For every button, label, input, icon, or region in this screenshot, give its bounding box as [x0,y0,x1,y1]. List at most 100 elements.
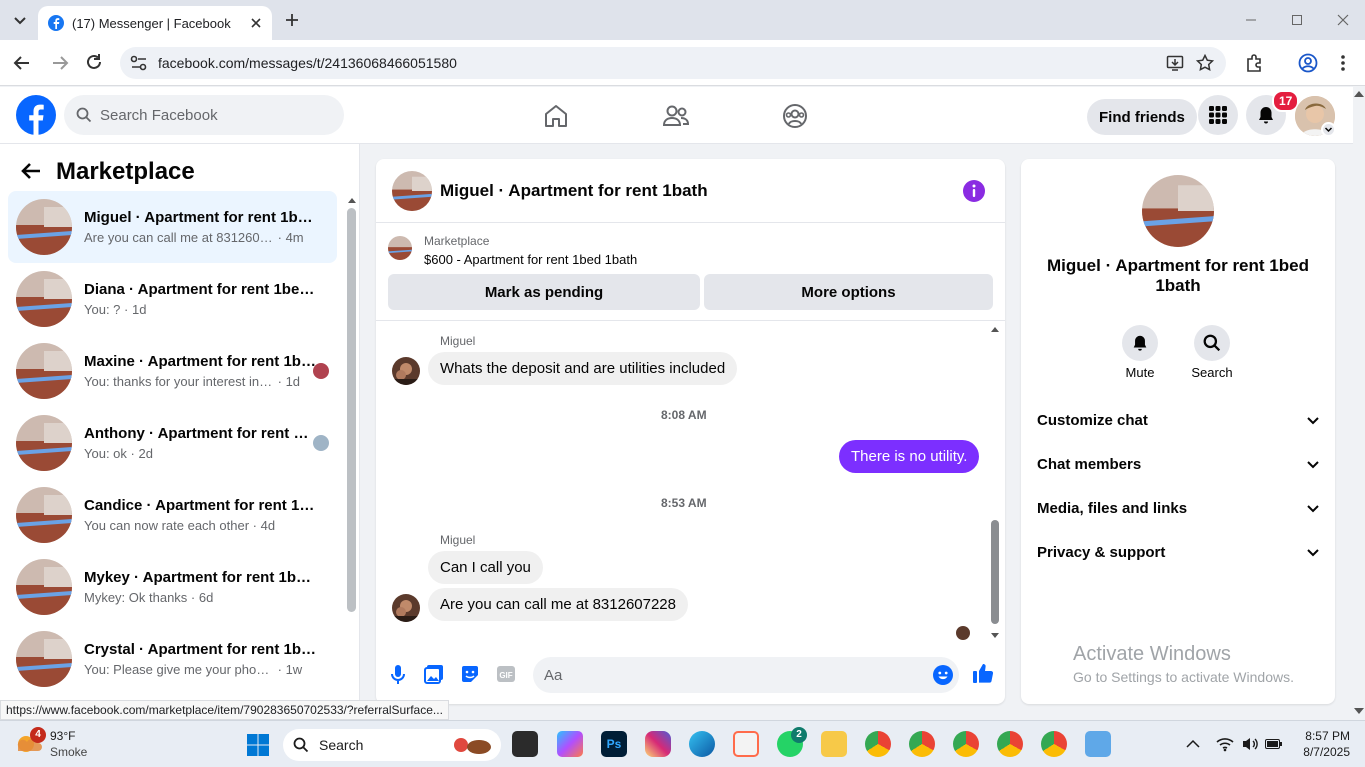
clock-time[interactable]: 8:57 PM [1296,729,1350,743]
info-icon[interactable] [963,180,985,202]
profile-icon[interactable] [1298,53,1318,73]
search-icon [1203,334,1221,352]
taskbar-search[interactable]: Search [283,729,501,761]
more-options-button[interactable]: More options [704,274,993,310]
sender-avatar[interactable] [392,357,420,385]
message-bubble[interactable]: Can I call you [428,551,543,584]
friends-nav-icon[interactable] [662,103,690,129]
tab-close-icon[interactable] [250,17,262,29]
maximize-icon[interactable] [1290,13,1304,27]
photoshop-icon[interactable]: Ps [601,731,627,757]
list-scrollbar[interactable] [347,208,356,612]
chrome-icon[interactable] [1041,731,1067,757]
edge-icon[interactable] [689,731,715,757]
tab-search-icon[interactable] [10,10,30,30]
instagram-icon[interactable] [645,731,671,757]
chrome-icon[interactable] [997,731,1023,757]
message-bubble[interactable]: Are you can call me at 8312607228 [428,588,688,621]
facebook-header: Find friends 17 [0,87,1353,144]
listing-thumbnail [16,199,72,255]
new-tab-icon[interactable] [284,12,300,28]
chrome-icon[interactable] [953,731,979,757]
conversation-item[interactable]: Crystal · Apartment for rent 1bed 1bath … [8,623,337,695]
chrome-icon[interactable] [865,731,891,757]
microphone-icon[interactable] [390,664,406,686]
chat-scrollbar[interactable] [991,520,999,624]
message-composer[interactable]: Aa [533,657,959,693]
mute-button[interactable] [1122,325,1158,361]
sticker-icon[interactable] [460,664,480,684]
install-app-icon[interactable] [1166,54,1184,72]
forward-arrow-icon[interactable] [50,54,70,72]
search-conversation-button[interactable] [1194,325,1230,361]
minimize-icon[interactable] [1244,13,1258,27]
browser-tab[interactable]: (17) Messenger | Facebook [38,6,272,40]
window-close-icon[interactable] [1336,13,1350,27]
conversation-name: Anthony · Apartment for rent 1bed 1bath [84,425,316,442]
facebook-favicon-icon [48,15,64,31]
privacy-support-section[interactable]: Privacy & support [1037,544,1319,561]
snipping-tool-icon[interactable] [733,731,759,757]
listing-title[interactable]: $600 - Apartment for rent 1bed 1bath [424,252,637,267]
find-friends-button[interactable]: Find friends [1087,99,1197,135]
chat-avatar[interactable] [392,170,432,211]
bell-icon [1131,334,1149,352]
file-explorer-icon[interactable] [821,731,847,757]
menu-grid-button[interactable] [1198,95,1238,135]
groups-nav-icon[interactable] [782,103,808,129]
bookmark-star-icon[interactable] [1196,54,1214,72]
conversation-item[interactable]: Diana · Apartment for rent 1bed 1bath Yo… [8,263,337,335]
mark-as-pending-button[interactable]: Mark as pending [388,274,700,310]
site-settings-icon[interactable] [130,55,148,71]
thumbs-up-icon[interactable] [972,662,994,684]
chat-members-section[interactable]: Chat members [1037,456,1319,473]
volume-icon[interactable] [1241,736,1259,752]
activate-windows-title: Activate Windows [1073,643,1231,665]
page-scroll-up-icon[interactable] [1353,89,1365,99]
sender-avatar[interactable] [392,594,420,622]
section-label: Privacy & support [1037,544,1166,561]
list-scroll-up-icon[interactable] [347,196,357,204]
notepad-icon[interactable] [1085,731,1111,757]
show-hidden-icons-chevron-icon[interactable] [1186,739,1200,749]
profile-picture[interactable] [1142,175,1214,247]
chat-scroll-down-icon[interactable] [990,632,1000,640]
customize-chat-section[interactable]: Customize chat [1037,412,1319,429]
wifi-icon[interactable] [1216,736,1234,752]
photo-icon[interactable] [424,664,444,684]
copilot-icon[interactable] [557,731,583,757]
chat-scroll-up-icon[interactable] [990,325,1000,333]
back-arrow-icon[interactable] [20,162,42,180]
conversation-item[interactable]: Miguel · Apartment for rent 1bed 1bath A… [8,191,337,263]
chrome-icon[interactable] [909,731,935,757]
task-view-icon[interactable] [512,731,538,757]
url-bar[interactable]: facebook.com/messages/t/2413606846605158… [120,47,1226,79]
facebook-logo-icon[interactable] [16,95,56,135]
conversation-item[interactable]: Maxine · Apartment for rent 1bed 1bath Y… [8,335,337,407]
message-bubble[interactable]: There is no utility. [839,440,980,473]
page-scroll-down-icon[interactable] [1353,706,1365,716]
reload-icon[interactable] [85,53,103,71]
battery-icon[interactable] [1265,738,1283,750]
windows-start-icon[interactable] [246,733,270,757]
gif-icon[interactable]: GIF [496,665,516,683]
conversation-item[interactable]: Mykey · Apartment for rent 1bed 1bath My… [8,551,337,623]
browser-menu-icon[interactable] [1340,53,1346,73]
listing-source: Marketplace [424,234,490,248]
account-chevron-down-icon[interactable] [1321,122,1336,137]
search-input[interactable] [100,106,320,124]
extensions-icon[interactable] [1245,53,1265,73]
back-arrow-icon[interactable] [12,54,32,72]
chat-title[interactable]: Miguel · Apartment for rent 1bath [440,181,708,201]
conversation-item[interactable]: Anthony · Apartment for rent 1bed 1bath … [8,407,337,479]
message-bubble[interactable]: Whats the deposit and are utilities incl… [428,352,738,385]
conversation-item[interactable]: Candice · Apartment for rent 1bed 1bath … [8,479,337,551]
listing-thumbnail[interactable] [388,236,412,260]
search-icon [293,737,309,753]
home-nav-icon[interactable] [543,103,569,129]
chevron-down-icon [1307,460,1319,469]
clock-date[interactable]: 8/7/2025 [1290,745,1350,759]
emoji-icon[interactable] [933,665,953,685]
media-files-links-section[interactable]: Media, files and links [1037,500,1319,517]
facebook-search[interactable] [64,95,344,135]
